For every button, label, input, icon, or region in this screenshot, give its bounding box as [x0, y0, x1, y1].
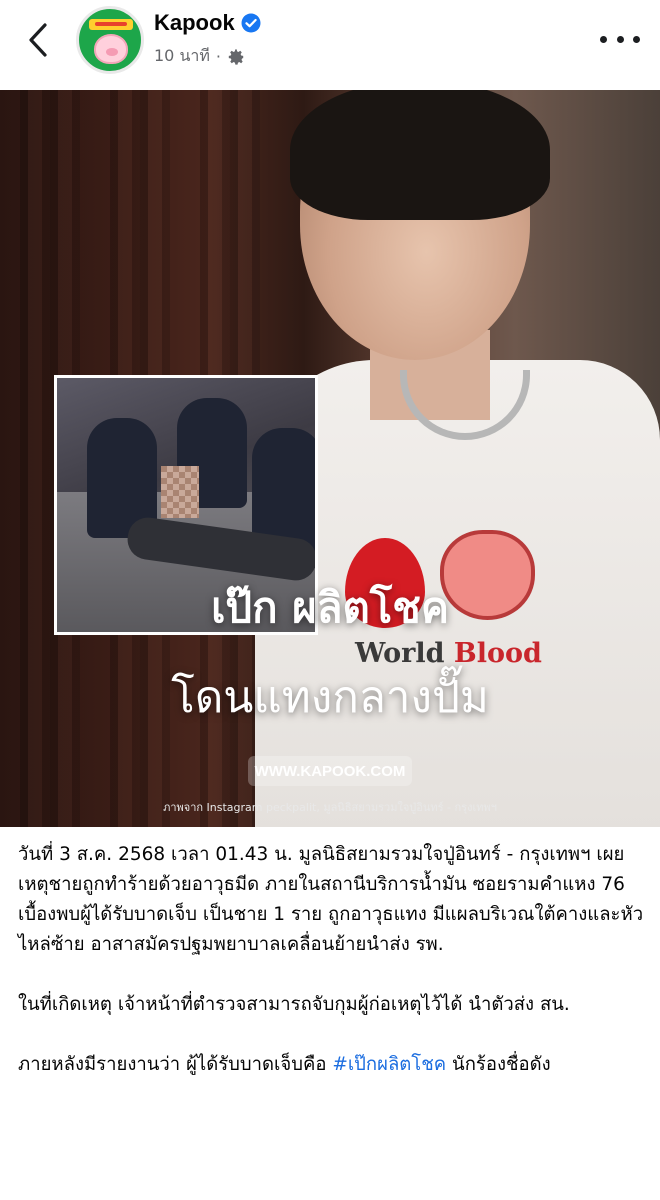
kapook-watermark: WWW.KAPOOK.COM: [248, 756, 412, 786]
post-photo[interactable]: World Blood เป๊ก ผลิตโชค โดนแทงกลางปั๊ม …: [0, 90, 660, 827]
piggy-mascot: [94, 34, 128, 64]
post-body: วันที่ 3 ส.ค. 2568 เวลา 01.43 น. มูลนิธิ…: [18, 840, 648, 1110]
back-arrow-icon: [29, 23, 47, 57]
inset-pixelated-face: [161, 466, 199, 518]
post-paragraph-3-start: ภายหลังมีรายงานว่า ผู้ได้รับบาดเจ็บคือ: [18, 1054, 333, 1075]
page-name-row: Kapook: [154, 10, 261, 36]
more-icon-dot: [633, 35, 640, 43]
meta-separator: ·: [215, 47, 222, 66]
post-paragraph-3-end: นักร้องชื่อดัง: [446, 1054, 551, 1075]
post-header: Kapook 10 นาที ·: [0, 0, 660, 90]
person-hair: [290, 90, 550, 220]
photo-credit: ภาพจาก Instagram peckpalit, มูลนิธิสยามร…: [163, 801, 497, 814]
more-button[interactable]: [600, 24, 640, 54]
page-name[interactable]: Kapook: [154, 10, 235, 36]
more-icon-dot: [600, 35, 607, 43]
post-paragraph-1: วันที่ 3 ส.ค. 2568 เวลา 01.43 น. มูลนิธิ…: [18, 844, 644, 955]
kapook-logo: [89, 19, 133, 30]
post-paragraph-3: ภายหลังมีรายงานว่า ผู้ได้รับบาดเจ็บคือ #…: [18, 1050, 648, 1080]
more-icon-dot: [616, 35, 624, 43]
hashtag-link[interactable]: #เป๊กผลิตโชค: [332, 1054, 446, 1075]
photo-headline: เป๊ก ผลิตโชค: [211, 583, 449, 632]
post-meta: 10 นาที ·: [154, 44, 245, 69]
post-time[interactable]: 10 นาที: [154, 44, 210, 69]
back-button[interactable]: [22, 20, 54, 60]
photo-subheadline: โดนแทงกลางปั๊ม: [171, 672, 489, 723]
verified-badge-icon: [241, 13, 261, 33]
post-paragraph-2: ในที่เกิดเหตุ เจ้าหน้าที่ตำรวจสามารถจับก…: [18, 994, 570, 1015]
gear-icon: [228, 48, 244, 65]
page-avatar[interactable]: [76, 6, 144, 74]
